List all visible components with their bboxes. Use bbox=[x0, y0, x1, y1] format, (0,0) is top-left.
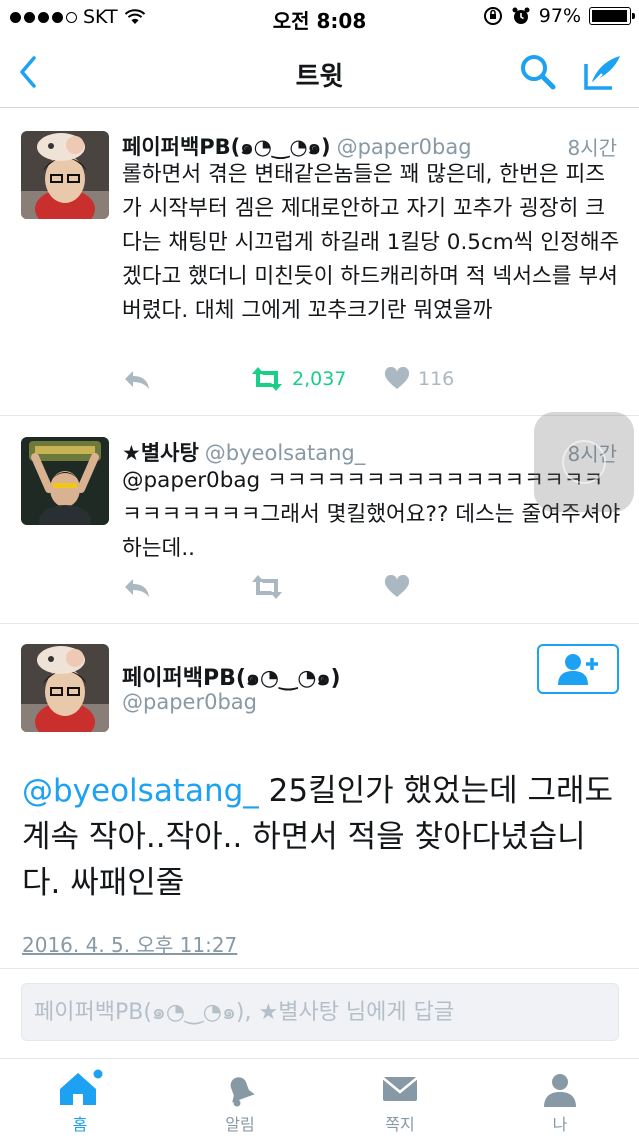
battery-percent: 97% bbox=[538, 5, 581, 27]
alarm-icon bbox=[512, 7, 530, 24]
tab-label: 쪽지 bbox=[385, 1115, 415, 1134]
like-button[interactable] bbox=[384, 575, 410, 599]
retweet-button[interactable] bbox=[250, 575, 284, 599]
user-name[interactable]: 페이퍼백PB(๑◔‿◔๑) bbox=[122, 135, 331, 159]
user-handle[interactable]: @byeolsatang_ bbox=[205, 441, 365, 465]
avatar[interactable] bbox=[21, 131, 109, 219]
like-count: 116 bbox=[418, 368, 455, 390]
reply-input[interactable] bbox=[22, 984, 618, 1040]
status-right: 97% bbox=[483, 5, 635, 27]
reply-button[interactable] bbox=[122, 367, 152, 391]
tab-label: 홈 bbox=[72, 1115, 88, 1134]
tweet-text: 롤하면서 겪은 변태같은놈들은 꽤 많은데, 한번은 피즈가 시작부터 겜은 제… bbox=[122, 162, 620, 323]
bell-icon bbox=[230, 1077, 255, 1107]
user-handle[interactable]: @paper0bag bbox=[337, 135, 472, 159]
user-handle[interactable]: @paper0bag bbox=[122, 690, 257, 714]
tab-me[interactable]: 나 bbox=[520, 1069, 600, 1135]
battery-icon bbox=[589, 7, 635, 25]
retweet-button[interactable]: 2,037 bbox=[250, 367, 346, 391]
navigation-bar: 트윗 bbox=[0, 36, 639, 108]
assistive-touch-ring-icon bbox=[562, 440, 606, 484]
tab-bar: 홈 알림 쪽지 나 bbox=[0, 1058, 639, 1138]
person-icon bbox=[544, 1074, 576, 1107]
retweet-icon bbox=[252, 367, 282, 391]
tweet-time: 8시간 bbox=[567, 136, 617, 160]
like-button[interactable]: 116 bbox=[384, 367, 454, 391]
retweet-icon bbox=[252, 575, 282, 599]
tab-label: 나 bbox=[552, 1115, 568, 1134]
tweet-actions bbox=[122, 575, 602, 609]
tweet-actions: 2,037 116 bbox=[122, 367, 602, 401]
reply-icon bbox=[125, 579, 149, 597]
tweet-header: ★별사탕 @byeolsatang_ bbox=[122, 437, 365, 467]
home-icon bbox=[60, 1069, 103, 1105]
divider bbox=[0, 968, 639, 969]
tweet-date[interactable]: 2016. 4. 5. 오후 11:27 bbox=[22, 929, 237, 958]
reply-box[interactable] bbox=[21, 983, 619, 1041]
envelope-icon bbox=[382, 1077, 418, 1101]
tab-messages[interactable]: 쪽지 bbox=[360, 1069, 440, 1135]
heart-icon bbox=[384, 367, 410, 389]
mention-link[interactable]: @byeolsatang_ bbox=[22, 773, 259, 809]
avatar[interactable] bbox=[21, 437, 109, 525]
compose-tweet-icon[interactable] bbox=[580, 50, 624, 94]
tweet-text: @byeolsatang_ 25킬인가 했었는데 그래도 계속 작아..작아..… bbox=[22, 768, 622, 906]
assistive-touch-button[interactable] bbox=[534, 412, 634, 512]
reply-icon bbox=[125, 371, 149, 389]
heart-icon bbox=[384, 575, 410, 597]
search-icon[interactable] bbox=[518, 52, 558, 92]
tab-notifications[interactable]: 알림 bbox=[200, 1069, 280, 1135]
retweet-count: 2,037 bbox=[292, 368, 347, 390]
tweet-item[interactable]: 페이퍼백PB(๑◔‿◔๑) @paper0bag 8시간 롤하면서 겪은 변태같은… bbox=[0, 109, 639, 416]
status-bar: SKT 오전 8:08 97% bbox=[0, 0, 639, 36]
follow-button[interactable] bbox=[537, 644, 619, 694]
user-name[interactable]: ★별사탕 bbox=[122, 441, 199, 465]
add-user-icon bbox=[558, 654, 598, 685]
tab-label: 알림 bbox=[225, 1115, 255, 1134]
reply-button[interactable] bbox=[122, 575, 152, 599]
avatar[interactable] bbox=[21, 644, 109, 732]
rotation-lock-icon bbox=[483, 7, 502, 25]
tab-home[interactable]: 홈 bbox=[40, 1069, 120, 1135]
